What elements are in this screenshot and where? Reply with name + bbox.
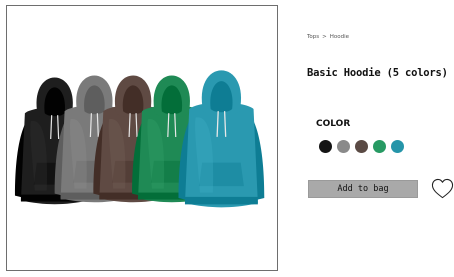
hoodie-teal [178, 70, 265, 208]
breadcrumb-hoodie[interactable]: Hoodie [330, 34, 349, 40]
color-label: COLOR [316, 119, 351, 129]
swatch-gray[interactable] [337, 140, 350, 153]
swatch-black[interactable] [319, 140, 332, 153]
breadcrumb-separator: > [322, 34, 327, 40]
hoodies-illustration [14, 70, 265, 208]
add-to-bag-button[interactable]: Add to bag [308, 180, 418, 198]
product-title: Basic Hoodie (5 colors) [307, 67, 448, 79]
swatch-green[interactable] [373, 140, 386, 153]
breadcrumb: Tops > Hoodie [307, 34, 349, 40]
wishlist-button[interactable] [431, 177, 454, 201]
breadcrumb-tops[interactable]: Tops [307, 34, 319, 40]
product-image [6, 5, 278, 271]
heart-icon [431, 178, 454, 199]
swatch-brown[interactable] [355, 140, 368, 153]
swatch-teal[interactable] [391, 140, 404, 153]
